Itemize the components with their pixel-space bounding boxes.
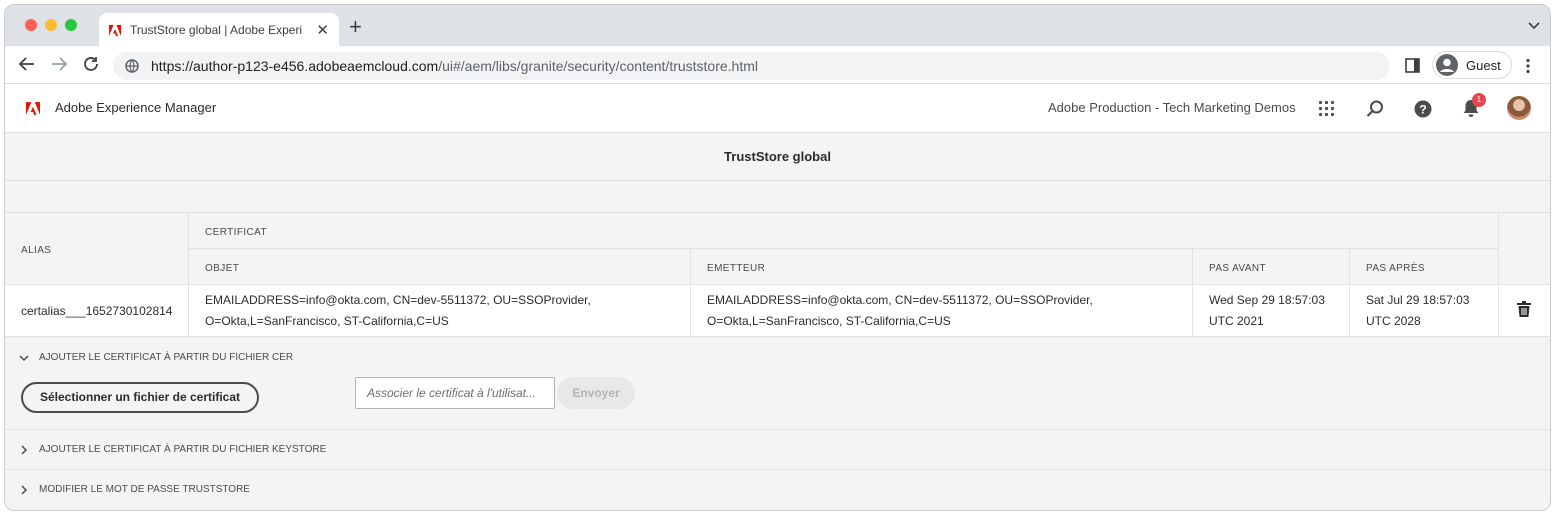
adobe-logo-icon[interactable] [26,102,40,115]
column-divider [1498,213,1499,285]
emetteur-cell: EMAILADDRESS=info@okta.com, CN=dev-55113… [707,290,1093,332]
active-tab[interactable]: TrustStore global | Adobe Experi ✕ [99,13,339,47]
close-tab-icon[interactable]: ✕ [316,23,329,38]
pas-apres-line: Sat Jul 29 18:57:03 [1366,293,1470,307]
tab-search-chevron-icon[interactable] [1528,19,1540,31]
objet-cell: EMAILADDRESS=info@okta.com, CN=dev-55113… [205,290,591,332]
associate-user-input[interactable]: Associer le certificat à l'utilisat... [355,377,555,409]
column-divider [1498,285,1499,337]
accordion-cer: AJOUTER LE CERTIFICAT À PARTIR DU FICHIE… [5,337,1550,430]
column-divider [1349,285,1350,337]
header-divider [188,248,1498,249]
accordion-cer-label[interactable]: AJOUTER LE CERTIFICAT À PARTIR DU FICHIE… [39,352,293,363]
reload-icon[interactable] [82,55,100,73]
maximize-window-button[interactable] [65,19,77,31]
accordion-password-label[interactable]: MODIFIER LE MOT DE PASSE TRUSTSTORE [39,484,250,495]
column-divider [690,285,691,337]
column-header-objet[interactable]: OBJET [205,263,239,274]
tab-strip: TrustStore global | Adobe Experi ✕ + [5,5,1550,47]
svg-text:?: ? [1419,103,1426,117]
guest-avatar-icon [1436,54,1458,76]
close-window-button[interactable] [25,19,37,31]
toolbar-spacer [5,181,1550,213]
column-header-certificat: CERTIFICAT [205,227,267,238]
column-header-emetteur[interactable]: EMETTEUR [707,263,765,274]
pas-avant-cell: Wed Sep 29 18:57:03 UTC 2021 [1209,290,1325,332]
table-row[interactable]: certalias___1652730102814 EMAILADDRESS=i… [5,285,1550,337]
back-arrow-icon[interactable] [18,55,36,73]
chevron-right-icon[interactable] [19,485,29,495]
column-divider [1192,285,1193,337]
new-tab-button[interactable]: + [349,15,362,39]
tab-title: TrustStore global | Adobe Experi [130,23,303,37]
select-certificate-file-button[interactable]: Sélectionner un fichier de certificat [21,382,259,413]
emetteur-line: EMAILADDRESS=info@okta.com, CN=dev-55113… [707,293,1093,307]
search-icon[interactable] [1366,100,1384,118]
url-host: https://author-p123-e456.adobeaemcloud.c… [151,58,439,74]
aem-header: Adobe Experience Manager Adobe Productio… [5,84,1550,133]
address-toolbar: https://author-p123-e456.adobeaemcloud.c… [5,46,1550,84]
url-path: /ui#/aem/libs/granite/security/content/t… [438,58,759,74]
browser-window: TrustStore global | Adobe Experi ✕ + htt… [4,4,1551,511]
pas-apres-cell: Sat Jul 29 18:57:03 UTC 2028 [1366,290,1469,332]
accordion-keystore[interactable]: AJOUTER LE CERTIFICAT À PARTIR DU FICHIE… [5,430,1550,470]
help-icon[interactable]: ? [1414,100,1432,118]
column-divider [1192,249,1193,285]
product-name[interactable]: Adobe Experience Manager [55,100,216,115]
chevron-right-icon[interactable] [19,445,29,455]
column-divider [690,249,691,285]
column-divider [188,213,189,285]
browser-menu-icon[interactable] [1525,58,1531,74]
delete-trash-icon[interactable] [1517,301,1531,317]
url-bar[interactable]: https://author-p123-e456.adobeaemcloud.c… [113,52,1390,80]
pas-apres-line: UTC 2028 [1366,314,1421,328]
profile-button[interactable]: Guest [1432,51,1512,79]
table-header: ALIAS CERTIFICAT OBJET EMETTEUR PAS AVAN… [5,213,1550,285]
minimize-window-button[interactable] [45,19,57,31]
objet-line: O=Okta,L=SanFrancisco, ST-California,C=U… [205,314,449,328]
column-divider [188,285,189,337]
accordion-keystore-label[interactable]: AJOUTER LE CERTIFICAT À PARTIR DU FICHIE… [39,444,326,455]
forward-arrow-icon[interactable] [50,55,68,73]
organization-switcher[interactable]: Adobe Production - Tech Marketing Demos [1048,100,1296,115]
profile-label: Guest [1466,57,1501,73]
user-avatar[interactable] [1507,96,1531,120]
objet-line: EMAILADDRESS=info@okta.com, CN=dev-55113… [205,293,591,307]
emetteur-line: O=Okta,L=SanFrancisco, ST-California,C=U… [707,314,951,328]
column-header-alias[interactable]: ALIAS [21,245,51,256]
send-button[interactable]: Envoyer [557,377,635,409]
column-divider [1349,249,1350,285]
page-title: TrustStore global [5,133,1550,181]
side-panel-icon[interactable] [1405,58,1420,73]
adobe-logo-icon [109,24,121,36]
site-settings-icon[interactable] [125,59,139,73]
alias-cell: certalias___1652730102814 [21,304,173,318]
column-header-pas-avant[interactable]: PAS AVANT [1209,263,1266,274]
accordion-password[interactable]: MODIFIER LE MOT DE PASSE TRUSTSTORE [5,470,1550,510]
pas-avant-line: UTC 2021 [1209,314,1264,328]
notification-count-badge: 1 [1472,93,1486,107]
solutions-grid-icon[interactable] [1318,100,1335,117]
pas-avant-line: Wed Sep 29 18:57:03 [1209,293,1325,307]
column-header-pas-apres[interactable]: PAS APRÈS [1366,263,1425,274]
chevron-down-icon[interactable] [19,353,29,363]
